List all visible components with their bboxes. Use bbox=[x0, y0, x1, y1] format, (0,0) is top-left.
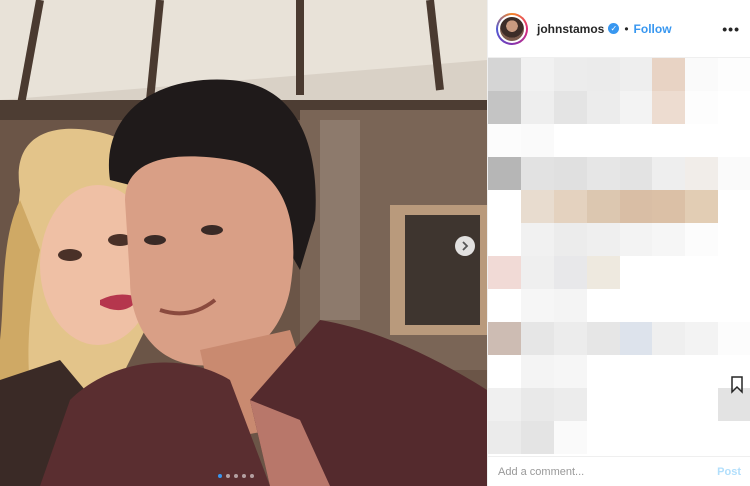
pixelated-row bbox=[488, 157, 750, 190]
chevron-right-icon bbox=[462, 241, 469, 251]
post-photo[interactable] bbox=[0, 0, 487, 486]
bookmark-icon[interactable] bbox=[730, 376, 744, 394]
pixelated-row bbox=[488, 388, 750, 421]
carousel-next-button[interactable] bbox=[455, 236, 475, 256]
comment-input[interactable] bbox=[498, 465, 718, 478]
header-separator: • bbox=[624, 21, 629, 36]
add-comment-bar: Post bbox=[488, 456, 750, 486]
pixelated-row bbox=[488, 256, 750, 289]
carousel-indicator bbox=[218, 474, 254, 478]
carousel-dot bbox=[250, 474, 254, 478]
more-options-button[interactable]: ••• bbox=[722, 21, 740, 37]
carousel-dot bbox=[242, 474, 246, 478]
pixelated-row bbox=[488, 355, 750, 388]
follow-button[interactable]: Follow bbox=[634, 22, 672, 36]
carousel-dot bbox=[226, 474, 230, 478]
pixelated-row bbox=[488, 190, 750, 223]
username-link[interactable]: johnstamos bbox=[537, 22, 604, 36]
pixelated-row bbox=[488, 124, 750, 157]
pixelated-row bbox=[488, 223, 750, 256]
pixelated-row bbox=[488, 421, 750, 454]
post-comment-button[interactable]: Post bbox=[717, 466, 741, 478]
pixelated-row bbox=[488, 91, 750, 124]
post-side-panel: johnstamos ✓ • Follow ••• Post bbox=[487, 0, 750, 486]
carousel-dot bbox=[218, 474, 222, 478]
photo-illustration bbox=[0, 0, 487, 486]
verified-badge-icon: ✓ bbox=[608, 23, 620, 34]
pixelated-row bbox=[488, 58, 750, 91]
comments-pixelated-area bbox=[488, 58, 750, 456]
pixelated-row bbox=[488, 289, 750, 322]
pixelated-row bbox=[488, 322, 750, 355]
post-header: johnstamos ✓ • Follow ••• bbox=[488, 0, 750, 58]
avatar[interactable] bbox=[496, 12, 528, 45]
carousel-dot bbox=[234, 474, 238, 478]
